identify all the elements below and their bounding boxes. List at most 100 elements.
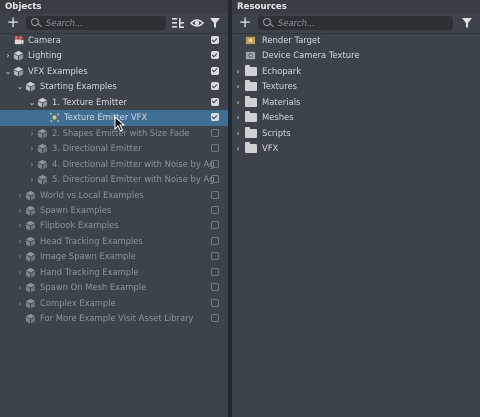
resource-row[interactable]: Render Target [232, 33, 480, 48]
tree-row[interactable]: › World vs Local Examples [0, 188, 228, 203]
resource-row[interactable]: › VFX [232, 141, 480, 156]
cube-icon [37, 159, 48, 170]
resource-row[interactable]: › Meshes [232, 110, 480, 125]
search-icon [31, 18, 39, 26]
tree-row[interactable]: ⌄ Starting Examples [0, 79, 228, 94]
chevron-right-icon[interactable]: › [16, 234, 24, 249]
chevron-right-icon[interactable]: › [234, 110, 242, 125]
chevron-right-icon[interactable]: › [234, 95, 242, 110]
resource-row[interactable]: › Scripts [232, 126, 480, 141]
visibility-checkbox[interactable] [211, 97, 219, 106]
visibility-checkbox[interactable] [211, 144, 219, 153]
tree-row-label: For More Example Visit Asset Library [40, 313, 194, 324]
tree-row[interactable]: ⌄ 1. Texture Emitter [0, 95, 228, 110]
visibility-checkbox[interactable] [211, 221, 219, 230]
tree-row-label: Spawn On Mesh Example [40, 282, 147, 293]
chevron-down-icon[interactable]: ⌄ [4, 64, 12, 79]
chevron-right-icon[interactable]: › [234, 64, 242, 79]
tree-row-label: Head Tracking Examples [40, 235, 143, 246]
resources-search-placeholder: Search... [278, 18, 315, 28]
chevron-right-icon[interactable]: › [16, 280, 24, 295]
cube-icon [25, 205, 36, 216]
tree-row[interactable]: › 4. Directional Emitter with Noise by Ag [0, 157, 228, 172]
chevron-right-icon[interactable]: › [28, 126, 36, 141]
resources-panel-title: Resources [232, 0, 480, 14]
tree-row[interactable]: › Spawn On Mesh Example [0, 280, 228, 295]
tree-row[interactable]: › 5. Directional Emitter with Noise by Ag [0, 172, 228, 187]
tree-row[interactable]: › Spawn Examples [0, 203, 228, 218]
add-resource-button[interactable]: + [237, 15, 253, 31]
objects-toolbar: + Search... [0, 14, 228, 34]
tree-row[interactable]: Camera [0, 33, 228, 48]
visibility-checkbox[interactable] [211, 205, 219, 214]
chevron-right-icon[interactable]: › [16, 203, 24, 218]
resource-row[interactable]: › Materials [232, 95, 480, 110]
chevron-right-icon[interactable]: › [234, 141, 242, 156]
visibility-checkbox[interactable] [211, 190, 219, 199]
visibility-checkbox[interactable] [211, 128, 219, 137]
cube-icon [25, 298, 36, 309]
resource-label: Render Target [262, 35, 321, 45]
resource-label: Device Camera Texture [262, 50, 360, 61]
objects-search-input[interactable]: Search... [26, 16, 166, 30]
tree-row-label: 5. Directional Emitter with Noise by Ag [52, 174, 215, 185]
visibility-checkbox[interactable] [211, 314, 219, 323]
hierarchy-sort-icon[interactable] [171, 16, 185, 30]
chevron-right-icon[interactable]: › [28, 172, 36, 187]
chevron-right-icon[interactable]: › [16, 249, 24, 264]
resources-search-input[interactable]: Search... [258, 16, 453, 30]
chevron-right-icon[interactable]: › [16, 265, 24, 280]
chevron-down-icon[interactable]: ⌄ [28, 95, 36, 110]
visibility-checkbox[interactable] [211, 51, 219, 60]
visibility-checkbox[interactable] [211, 283, 219, 292]
tree-row[interactable]: › Lighting [0, 48, 228, 63]
cube-icon [37, 128, 48, 139]
chevron-right-icon[interactable]: › [28, 141, 36, 156]
visibility-checkbox[interactable] [211, 236, 219, 245]
visibility-checkbox[interactable] [211, 267, 219, 276]
tree-row[interactable]: › Image Spawn Example [0, 249, 228, 264]
tree-row[interactable]: › Flipbook Examples [0, 218, 228, 233]
chevron-right-icon[interactable]: › [4, 48, 12, 63]
chevron-right-icon[interactable]: › [16, 188, 24, 203]
tree-row[interactable]: › Head Tracking Examples [0, 234, 228, 249]
chevron-right-icon[interactable]: › [16, 296, 24, 311]
visibility-checkbox[interactable] [211, 159, 219, 168]
resource-row[interactable]: Device Camera Texture [232, 48, 480, 63]
render-target-icon [245, 35, 256, 46]
filter-icon[interactable] [208, 16, 222, 30]
add-object-button[interactable]: + [5, 15, 21, 31]
folder-icon [245, 80, 257, 92]
visibility-checkbox[interactable] [211, 82, 219, 91]
resource-row[interactable]: › Textures [232, 79, 480, 94]
tree-row[interactable]: ⌄ VFX Examples [0, 64, 228, 79]
folder-icon [245, 95, 257, 107]
chevron-right-icon[interactable]: › [16, 218, 24, 233]
chevron-right-icon[interactable]: › [28, 157, 36, 172]
filter-icon[interactable] [460, 16, 474, 30]
chevron-right-icon[interactable]: › [234, 79, 242, 94]
visibility-checkbox[interactable] [211, 252, 219, 261]
chevron-right-icon[interactable]: › [234, 126, 242, 141]
tree-row-label: Complex Example [40, 297, 116, 308]
visibility-checkbox[interactable] [211, 36, 219, 44]
tree-row[interactable]: › Complex Example [0, 296, 228, 311]
mouse-cursor-icon [114, 116, 126, 132]
resource-label: Meshes [262, 112, 294, 123]
tree-row[interactable]: › 3. Directional Emitter [0, 141, 228, 156]
tree-row-label: Image Spawn Example [40, 251, 136, 262]
resource-label: VFX [262, 143, 279, 154]
resource-row[interactable]: › Echopark [232, 64, 480, 79]
cube-icon [25, 251, 36, 262]
search-icon [263, 18, 271, 26]
chevron-down-icon[interactable]: ⌄ [16, 79, 24, 94]
tree-row-label: 4. Directional Emitter with Noise by Ag [52, 158, 215, 169]
visibility-checkbox[interactable] [211, 66, 219, 75]
visibility-checkbox[interactable] [211, 175, 219, 184]
cube-icon [25, 81, 36, 92]
tree-row[interactable]: For More Example Visit Asset Library [0, 311, 228, 326]
tree-row[interactable]: › Hand Tracking Example [0, 265, 228, 280]
visibility-checkbox[interactable] [211, 298, 219, 307]
visibility-checkbox[interactable] [211, 113, 219, 122]
eye-icon[interactable] [190, 16, 204, 30]
